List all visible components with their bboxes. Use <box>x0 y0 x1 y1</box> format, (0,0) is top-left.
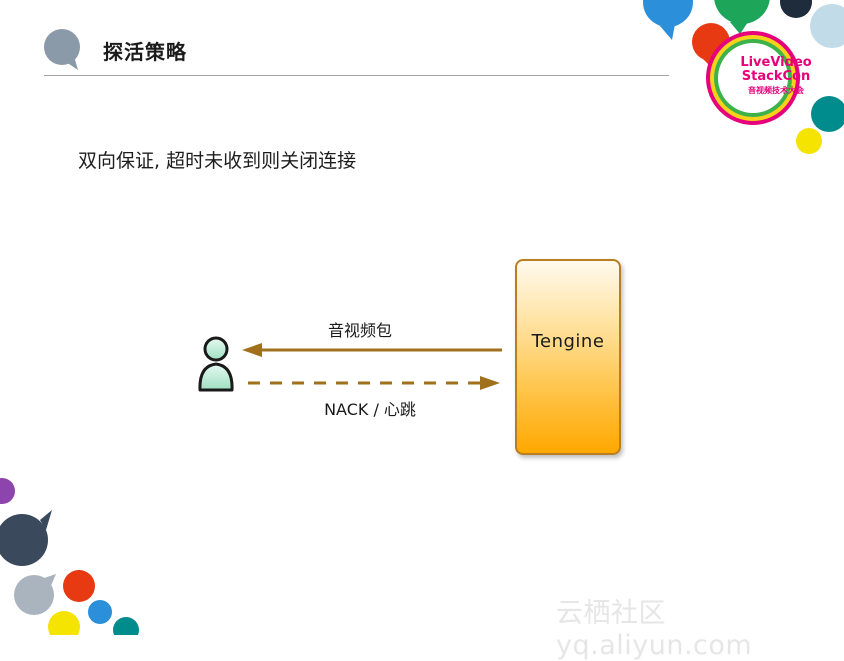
watermark: 云栖社区 yq.aliyun.com <box>556 598 753 661</box>
title-bubble-icon <box>44 29 80 70</box>
page-title: 探活策略 <box>103 40 187 64</box>
decorative-bubbles-bottom-left <box>0 478 139 635</box>
logo-line-1: LiveVideo <box>740 55 812 70</box>
logo-line-2: StackCon <box>741 69 811 84</box>
client-person-icon <box>198 336 234 392</box>
media-packet-arrowhead <box>242 343 262 357</box>
connection-arrows <box>242 343 502 390</box>
slide-subtitle: 双向保证, 超时未收到则关闭连接 <box>78 150 357 172</box>
nack-heartbeat-label: NACK / 心跳 <box>324 400 416 419</box>
conference-logo: LiveVideo StackCon 音视频技术大会 <box>726 56 826 98</box>
logo-line-3: 音视频技术大会 <box>748 86 804 95</box>
tengine-server-box <box>515 259 621 455</box>
tengine-server-label: Tengine <box>531 331 605 352</box>
title-divider <box>44 75 669 76</box>
nack-heartbeat-arrowhead <box>480 376 500 390</box>
media-packet-label: 音视频包 <box>327 321 392 340</box>
